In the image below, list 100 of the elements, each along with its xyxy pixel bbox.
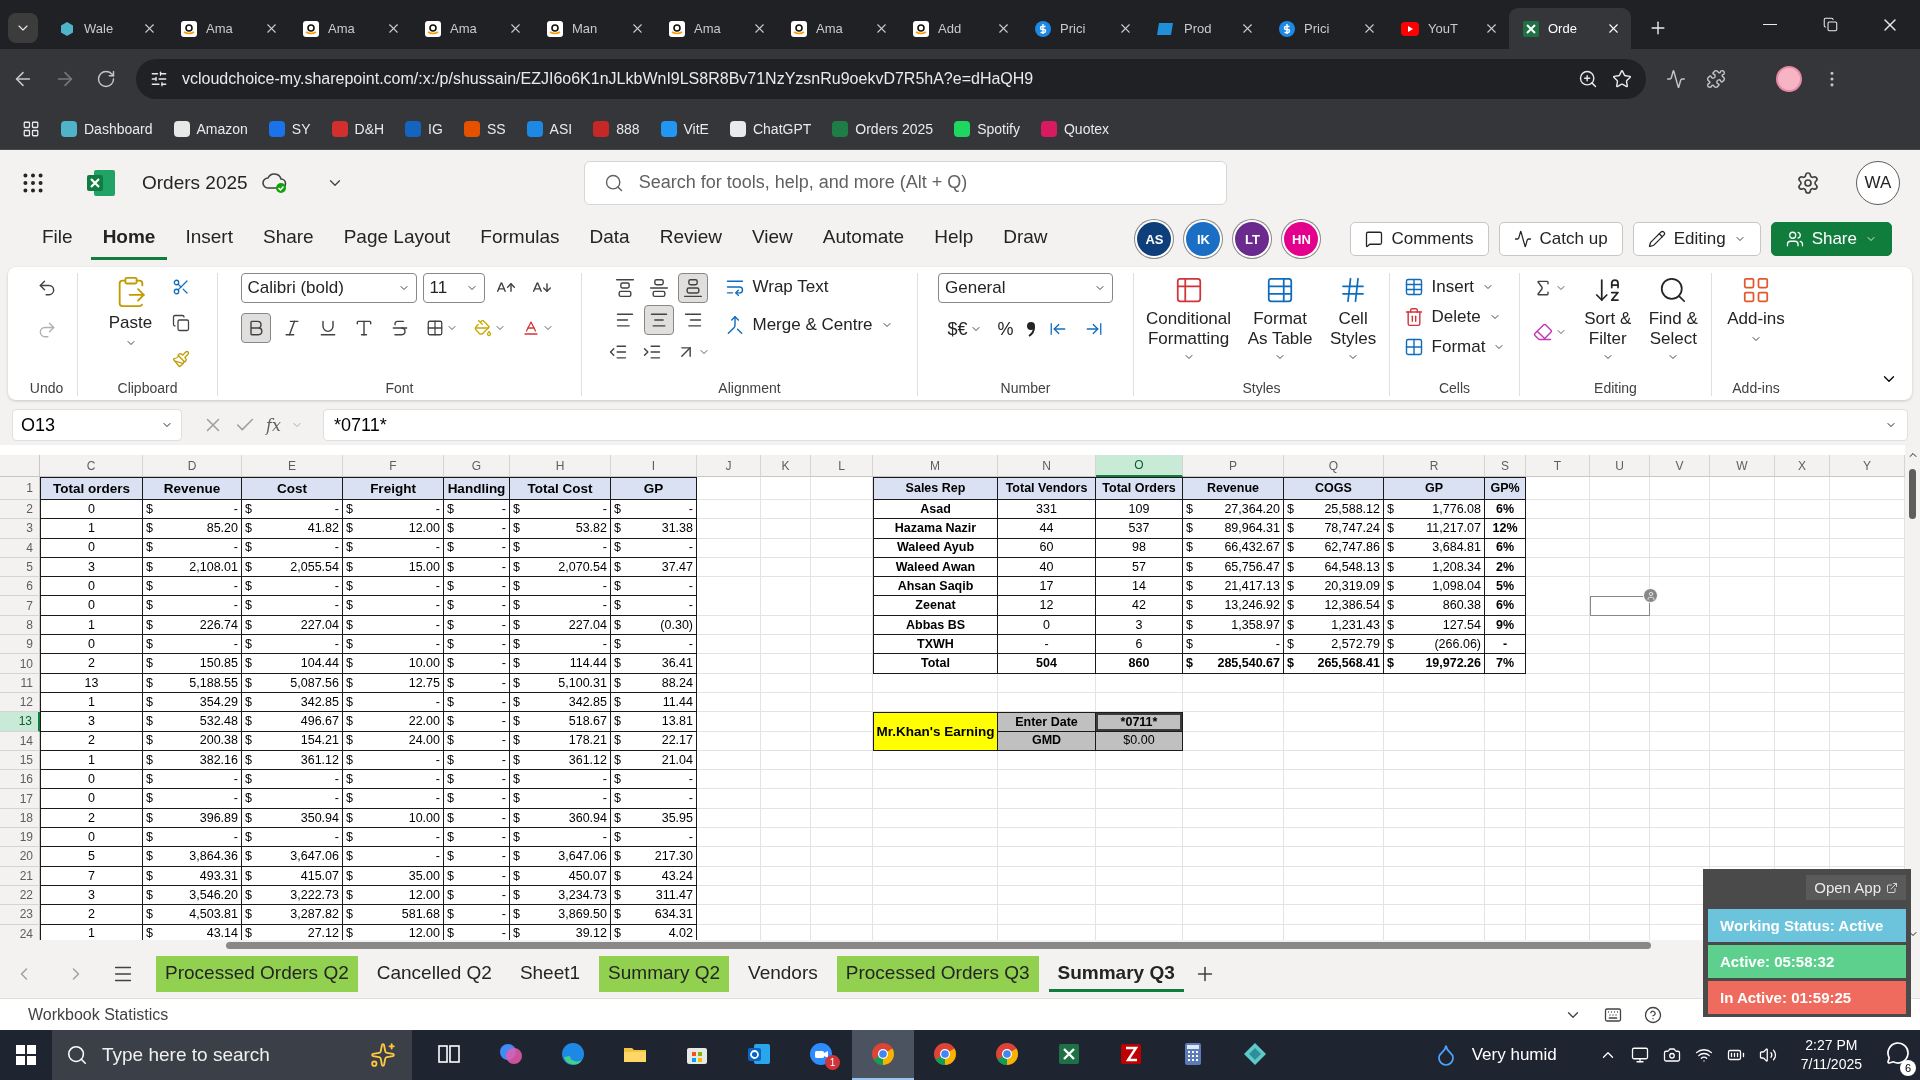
close-icon[interactable] — [1362, 21, 1377, 36]
row-header[interactable]: 21 — [0, 866, 40, 886]
merge-button[interactable]: Merge & Centre — [720, 311, 897, 339]
volume-icon[interactable] — [1758, 1046, 1777, 1064]
row-header[interactable]: 11 — [0, 673, 40, 693]
bookmark-link[interactable]: Amazon — [173, 120, 248, 137]
ribbon-tab[interactable]: Page Layout — [331, 218, 463, 260]
column-header[interactable]: Q — [1284, 455, 1384, 477]
collaborator-avatar[interactable]: IK — [1186, 222, 1221, 256]
ribbon-tab[interactable]: Automate — [810, 218, 917, 260]
column-header[interactable]: K — [761, 455, 811, 477]
cells-button[interactable]: Insert — [1399, 273, 1499, 301]
apps-icon[interactable] — [22, 119, 40, 138]
row-header[interactable]: 3 — [0, 519, 40, 539]
taskbar-search-field[interactable]: Type here to search — [52, 1030, 412, 1080]
row-header[interactable]: 17 — [0, 789, 40, 809]
sheet-tab[interactable]: Processed Orders Q3 — [836, 956, 1039, 992]
taskbar-app-button[interactable]: 1 — [790, 1030, 852, 1080]
row-header[interactable]: 15 — [0, 750, 40, 771]
ribbon-tab[interactable]: Home — [90, 218, 168, 260]
row-header[interactable]: 6 — [0, 577, 40, 597]
browser-tab[interactable]: YouT — [1387, 8, 1509, 49]
notification-icon[interactable] — [1886, 1040, 1910, 1065]
cells-button[interactable]: Delete — [1399, 303, 1505, 331]
column-header[interactable]: H — [510, 455, 611, 477]
browser-tab[interactable]: Ama — [655, 8, 777, 49]
column-header[interactable]: C — [40, 455, 143, 477]
font-name-select[interactable]: Calibri (bold) — [240, 273, 417, 303]
row-header[interactable]: 19 — [0, 828, 40, 848]
workbook-statistics-label[interactable]: Workbook Statistics — [28, 1005, 169, 1024]
reload-icon[interactable] — [96, 68, 116, 89]
paste-button[interactable]: Paste — [100, 273, 161, 351]
bookmark-link[interactable]: ChatGPT — [729, 120, 812, 137]
browser-tab[interactable]: Prod — [1143, 8, 1265, 49]
profile-avatar[interactable] — [1776, 65, 1802, 92]
editing-button[interactable]: Find & Select — [1643, 273, 1703, 370]
close-icon[interactable] — [1118, 21, 1133, 36]
keyboard-icon[interactable] — [1604, 1005, 1622, 1024]
column-header[interactable]: F — [343, 455, 444, 477]
sheet-tab[interactable]: Vendors — [739, 956, 827, 992]
column-header[interactable]: L — [811, 455, 873, 477]
row-header[interactable]: 22 — [0, 885, 40, 906]
row-header[interactable]: 20 — [0, 847, 40, 867]
style-button[interactable]: Format As Table — [1241, 273, 1320, 370]
column-header[interactable]: I — [611, 455, 697, 477]
column-header[interactable]: P — [1183, 455, 1284, 477]
tab-search-button[interactable] — [8, 13, 38, 43]
browser-tab[interactable]: Ama — [289, 8, 411, 49]
ribbon-tab[interactable]: Help — [922, 218, 986, 260]
browser-tab[interactable]: Prici — [1265, 8, 1387, 49]
ribbon-tab[interactable]: Data — [577, 218, 642, 260]
ribbon-tab[interactable]: Share — [250, 218, 326, 260]
insert-function-button[interactable]: fx — [266, 415, 281, 435]
column-header[interactable]: J — [697, 455, 761, 477]
style-button[interactable]: Conditional Formatting — [1142, 273, 1236, 370]
column-header[interactable]: G — [444, 455, 510, 477]
address-bar[interactable]: vcloudchoice-my.sharepoint.com/:x:/p/shussain/EZJI6o6K1nJLkbWnI9LS8R8Bv71NzYzsnRu9oekvD7R5hA?e=dHaQH9 — [136, 58, 1646, 99]
bookmark-link[interactable]: Spotify — [954, 120, 1020, 137]
comments-button[interactable]: Comments — [1350, 222, 1489, 256]
ribbon-tab[interactable]: Formulas — [468, 218, 572, 260]
row-header[interactable]: 10 — [0, 654, 40, 674]
row-header[interactable]: 9 — [0, 635, 40, 655]
row-header[interactable]: 5 — [0, 557, 40, 578]
browser-tab[interactable]: Add — [899, 8, 1021, 49]
collaborator-avatar[interactable]: AS — [1137, 222, 1172, 256]
row-header[interactable]: 8 — [0, 615, 40, 636]
bookmark-link[interactable]: 888 — [593, 120, 640, 137]
user-avatar[interactable]: WA — [1856, 160, 1900, 205]
column-header[interactable]: X — [1775, 455, 1830, 477]
browser-tab[interactable]: Ama — [167, 8, 289, 49]
close-icon[interactable] — [752, 21, 767, 36]
sheet-tab[interactable]: Processed Orders Q2 — [156, 956, 358, 992]
bold-button[interactable] — [240, 313, 271, 343]
column-header[interactable]: V — [1650, 455, 1710, 477]
row-header[interactable]: 12 — [0, 692, 40, 713]
row-header[interactable]: 23 — [0, 905, 40, 925]
close-icon[interactable] — [264, 21, 279, 36]
row-header[interactable]: 7 — [0, 596, 40, 616]
column-header[interactable]: N — [998, 455, 1096, 477]
horizontal-align-button[interactable] — [643, 305, 674, 335]
row-header[interactable]: 13 — [0, 712, 40, 732]
column-header[interactable]: O — [1096, 455, 1183, 477]
formula-field[interactable]: *0711* — [322, 409, 1908, 441]
row-header[interactable]: 2 — [0, 500, 40, 520]
row-header[interactable]: 4 — [0, 538, 40, 558]
close-icon[interactable] — [630, 21, 645, 36]
clock[interactable]: 2:27 PM 7/11/2025 — [1800, 1036, 1862, 1074]
browser-tab[interactable]: Ama — [777, 8, 899, 49]
ribbon-tab[interactable]: Insert — [173, 218, 245, 260]
scrollbar-thumb[interactable] — [226, 941, 1651, 949]
search-field[interactable]: Search for tools, help, and more (Alt + Q) — [583, 160, 1227, 205]
settings-icon[interactable] — [1796, 170, 1820, 195]
help-icon[interactable] — [1644, 1005, 1662, 1024]
sheet-tab[interactable]: Cancelled Q2 — [367, 956, 501, 992]
close-icon[interactable] — [508, 21, 523, 36]
star-icon[interactable] — [1612, 68, 1632, 89]
ribbon-tab[interactable]: Review — [647, 218, 734, 260]
browser-tab[interactable]: Ama — [411, 8, 533, 49]
weather-label[interactable]: Very humid — [1471, 1045, 1557, 1065]
ribbon-tab[interactable]: Draw — [991, 218, 1060, 260]
